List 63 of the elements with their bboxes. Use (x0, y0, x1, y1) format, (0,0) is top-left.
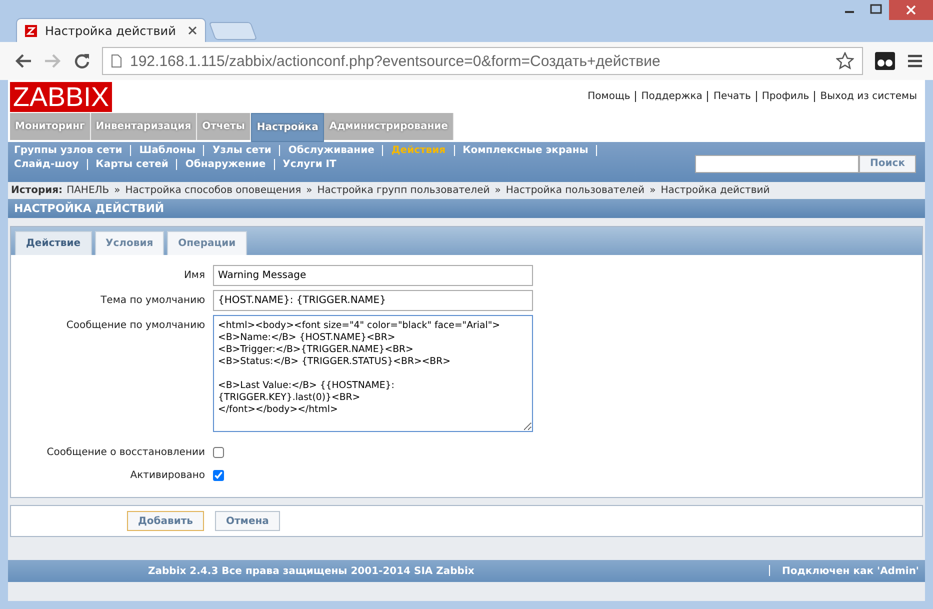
menu-tab[interactable]: Инвентаризация (90, 113, 198, 140)
extension-icon[interactable] (875, 52, 895, 70)
search-button[interactable]: Поиск (859, 154, 916, 172)
close-tab-icon[interactable] (188, 26, 197, 35)
menu-icon[interactable] (907, 54, 923, 68)
search-field[interactable] (695, 154, 860, 172)
separator-text: » (494, 185, 502, 196)
submenu-link[interactable]: Комплексные экраны (462, 145, 588, 156)
page-title: НАСТРОЙКА ДЕЙСТВИЙ (8, 199, 925, 218)
zabbix-logo[interactable]: ZABBIX (10, 82, 112, 112)
history-label: История: (11, 185, 63, 196)
submenu-link[interactable]: Карты сетей (96, 159, 168, 170)
field-label: Сообщение о восстановлении (46, 446, 205, 460)
header-link[interactable]: Профиль (762, 90, 810, 102)
submenu-link[interactable]: Обнаружение (185, 159, 266, 170)
breadcrumb-link[interactable]: Настройка способов оповещения (125, 185, 302, 196)
field-label: Активировано (129, 469, 205, 483)
submenu-link[interactable]: Узлы сети (212, 145, 272, 156)
form-tab[interactable]: Операции (167, 231, 247, 255)
field-label: Имя (182, 269, 205, 283)
menu-tab[interactable]: Настройка (250, 113, 324, 142)
breadcrumb-link[interactable]: Настройка действий (660, 185, 770, 196)
submenu-link[interactable]: Обслуживание (288, 145, 374, 156)
close-icon[interactable] (889, 0, 933, 20)
text-field[interactable]: {HOST.NAME}: {TRIGGER.NAME} (213, 290, 533, 311)
field-label: Сообщение по умолчанию (65, 319, 205, 333)
cancel-button[interactable]: Отмена (214, 511, 280, 531)
breadcrumb-link[interactable]: Настройка пользователей (506, 185, 645, 196)
breadcrumb-link[interactable]: ПАНЕЛЬ (66, 185, 110, 196)
form-tab[interactable]: Условия (94, 231, 164, 255)
menu-tab[interactable]: Администрирование (324, 113, 454, 140)
text-field[interactable]: Warning Message (213, 265, 533, 286)
page-icon (111, 54, 122, 68)
checkbox[interactable] (213, 447, 224, 458)
checkbox[interactable] (213, 470, 224, 481)
field-label: Тема по умолчанию (100, 294, 205, 308)
back-icon[interactable] (14, 53, 32, 69)
star-icon[interactable] (836, 52, 854, 70)
menu-tab[interactable]: Мониторинг (10, 113, 91, 140)
add-button[interactable]: Добавить (127, 511, 204, 531)
submenu-link[interactable]: Слайд-шоу (14, 159, 79, 170)
header-link[interactable]: Поддержка (641, 90, 702, 102)
separator-text: » (648, 185, 657, 196)
browser-tab[interactable]: Настройка действий (16, 18, 206, 42)
header-link[interactable]: Выход из системы (820, 90, 917, 102)
header-link[interactable]: Помощь (588, 90, 630, 102)
reload-icon[interactable] (74, 53, 90, 69)
submenu-link[interactable]: Шаблоны (139, 145, 196, 156)
header-link[interactable]: Печать (713, 90, 751, 102)
message-field[interactable]: <html><body><font size="4" color="black" face="Arial"> <B>Name:</B> {HOST.NAME}<BR> <B>Trigger:</B>{TRIGGER.NAME}<BR> <B>Status:</B> {TRIGGER.STATUS}<BR><BR> <B>Last Value:</B> {{HOSTNAME}: {TRIGGER.KEY}.last(0)}<BR> </font></body></html> (213, 315, 533, 432)
form-tab[interactable]: Действие (15, 231, 92, 255)
breadcrumb-link[interactable]: Настройка групп пользователей (317, 185, 490, 196)
separator-text: » (113, 185, 122, 196)
copyright-text: Zabbix 2.4.3 Все права защищены 2001-2014 SIA Zabbix (148, 566, 476, 576)
url-text: 192.168.1.115/zabbix/actionconf.php?eventsource=0&form=Создать+действие (130, 52, 662, 70)
zabbix-favicon-icon (25, 24, 37, 36)
submenu-link[interactable]: Группы узлов сети (14, 145, 122, 156)
separator-text: » (305, 185, 314, 196)
submenu-link[interactable]: Услуги IT (282, 159, 336, 170)
tab-title: Настройка действий (45, 24, 177, 38)
user-status: Подключен как 'Admin' (782, 566, 920, 576)
address-bar[interactable]: 192.168.1.115/zabbix/actionconf.php?eventsource=0&form=Создать+действие (102, 47, 863, 75)
menu-tab[interactable]: Отчеты (197, 113, 251, 140)
